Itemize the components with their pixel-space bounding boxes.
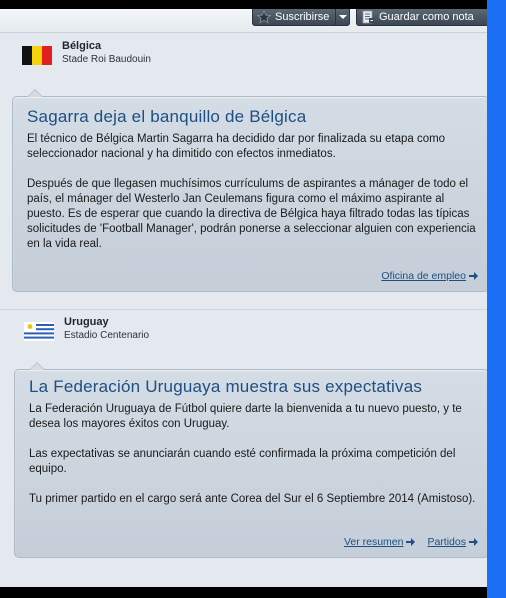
arrow-right-icon [406, 538, 416, 546]
top-border [0, 0, 487, 9]
side-strip [487, 0, 506, 598]
news-headline: La Federación Uruguaya muestra sus expec… [29, 377, 423, 396]
news-paragraph: El técnico de Bélgica Martin Sagarra ha … [27, 133, 446, 160]
job-office-link[interactable]: Oficina de empleo [381, 270, 478, 282]
card-links: Ver resumen Partidos [344, 536, 478, 548]
team-header: Bélgica Stade Roi Baudouin [22, 39, 151, 67]
belgium-flag [22, 46, 52, 65]
save-as-note-label: Guardar como nota [379, 11, 474, 23]
view-summary-link-label[interactable]: Ver resumen [344, 536, 404, 548]
job-office-link-label[interactable]: Oficina de empleo [381, 270, 466, 282]
toolbar: Suscribirse Guardar como nota [0, 9, 487, 33]
stadium-name[interactable]: Estadio Centenario [64, 329, 149, 343]
card-body: Sagarra deja el banquillo de Bélgica El … [27, 107, 477, 267]
news-card: Sagarra deja el banquillo de Bélgica El … [12, 89, 487, 292]
news-headline: Sagarra deja el banquillo de Bélgica [27, 107, 307, 126]
matches-link[interactable]: Partidos [427, 536, 478, 548]
chevron-down-icon[interactable] [335, 9, 348, 25]
card-links: Oficina de empleo [381, 270, 478, 282]
bottom-border [0, 587, 487, 598]
news-panel: Suscribirse Guardar como nota Bélgica St… [0, 9, 487, 587]
matches-link-label[interactable]: Partidos [427, 536, 466, 548]
card-pointer [29, 362, 45, 370]
team-info: Bélgica Stade Roi Baudouin [62, 39, 151, 67]
news-paragraph: Las expectativas se anunciarán cuando es… [29, 448, 456, 475]
team-name[interactable]: Uruguay [64, 315, 149, 329]
uruguay-flag [24, 322, 54, 341]
news-paragraph: Tu primer partido en el cargo será ante … [29, 493, 476, 505]
card-body: La Federación Uruguaya muestra sus expec… [29, 377, 479, 522]
stadium-name[interactable]: Stade Roi Baudouin [62, 53, 151, 67]
star-icon [257, 10, 271, 24]
arrow-right-icon [469, 272, 478, 280]
news-item: Uruguay Estadio Centenario La Federación… [0, 309, 487, 567]
view-summary-link[interactable]: Ver resumen [344, 536, 416, 548]
save-as-note-button[interactable]: Guardar como nota [356, 9, 487, 26]
news-item: Bélgica Stade Roi Baudouin Sagarra deja … [0, 33, 487, 309]
note-icon [361, 10, 375, 24]
team-name[interactable]: Bélgica [62, 39, 151, 53]
news-card: La Federación Uruguaya muestra sus expec… [14, 362, 487, 558]
card-pointer [27, 89, 43, 97]
news-paragraph: Después de que llegasen muchísimos currí… [27, 178, 476, 250]
arrow-right-icon [469, 538, 478, 546]
news-paragraph: La Federación Uruguaya de Fútbol quiere … [29, 403, 462, 430]
subscribe-label: Suscribirse [275, 11, 330, 23]
team-info: Uruguay Estadio Centenario [64, 315, 149, 343]
subscribe-button[interactable]: Suscribirse [252, 9, 350, 26]
team-header: Uruguay Estadio Centenario [24, 315, 149, 343]
